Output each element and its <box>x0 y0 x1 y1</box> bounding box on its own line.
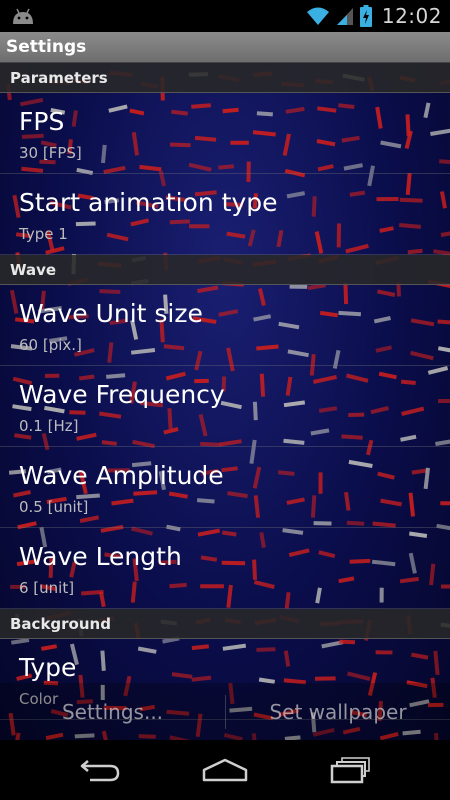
wifi-icon <box>306 7 329 25</box>
signal-icon <box>336 8 353 25</box>
back-button[interactable] <box>70 750 130 790</box>
android-icon <box>13 8 33 24</box>
pref-wave-amplitude[interactable]: Wave Amplitude 0.5 [unit] <box>0 447 450 528</box>
pref-summary: 0.1 [Hz] <box>19 417 79 435</box>
navigation-bar <box>0 740 450 800</box>
pref-summary: 60 [pix.] <box>19 336 82 354</box>
pref-fps[interactable]: FPS 30 [FPS] <box>0 93 450 174</box>
category-parameters: Parameters <box>0 63 450 93</box>
pref-title: Wave Length <box>19 542 182 571</box>
home-button[interactable] <box>195 750 255 790</box>
category-wave: Wave <box>0 255 450 285</box>
set-wallpaper-button[interactable]: Set wallpaper <box>226 683 450 740</box>
status-bar: 12:02 <box>0 0 450 32</box>
category-header-parameters: Parameters <box>10 68 108 87</box>
settings-content[interactable]: Parameters FPS 30 [FPS] Start animation … <box>0 63 450 740</box>
preference-list: Parameters FPS 30 [FPS] Start animation … <box>0 63 450 720</box>
pref-title: Start animation type <box>19 188 278 217</box>
category-background: Background <box>0 609 450 639</box>
title-bar: Settings <box>0 32 450 63</box>
status-clock: 12:02 <box>381 4 442 28</box>
pref-summary: 6 [unit] <box>19 579 75 597</box>
pref-title: Wave Frequency <box>19 380 225 409</box>
pref-title: Wave Unit size <box>19 299 203 328</box>
back-icon <box>80 760 120 782</box>
pref-summary: 30 [FPS] <box>19 144 82 162</box>
pref-title: Type <box>19 653 77 682</box>
wallpaper-action-bar: Settings... Set wallpaper <box>0 683 450 740</box>
page-title: Settings <box>6 37 87 57</box>
pref-wave-length[interactable]: Wave Length 6 [unit] <box>0 528 450 609</box>
pref-title: Wave Amplitude <box>19 461 224 490</box>
settings-button[interactable]: Settings... <box>0 683 225 740</box>
pref-title: FPS <box>19 107 65 136</box>
pref-start-animation-type[interactable]: Start animation type Type 1 <box>0 174 450 255</box>
battery-charging-icon <box>359 5 372 27</box>
pref-summary: Type 1 <box>19 225 68 243</box>
category-header-background: Background <box>10 614 111 633</box>
home-icon <box>202 758 248 782</box>
pref-wave-frequency[interactable]: Wave Frequency 0.1 [Hz] <box>0 366 450 447</box>
recent-apps-icon <box>330 757 370 784</box>
pref-wave-unit-size[interactable]: Wave Unit size 60 [pix.] <box>0 285 450 366</box>
category-header-wave: Wave <box>10 260 57 279</box>
recent-apps-button[interactable] <box>320 750 380 790</box>
pref-summary: 0.5 [unit] <box>19 498 89 516</box>
